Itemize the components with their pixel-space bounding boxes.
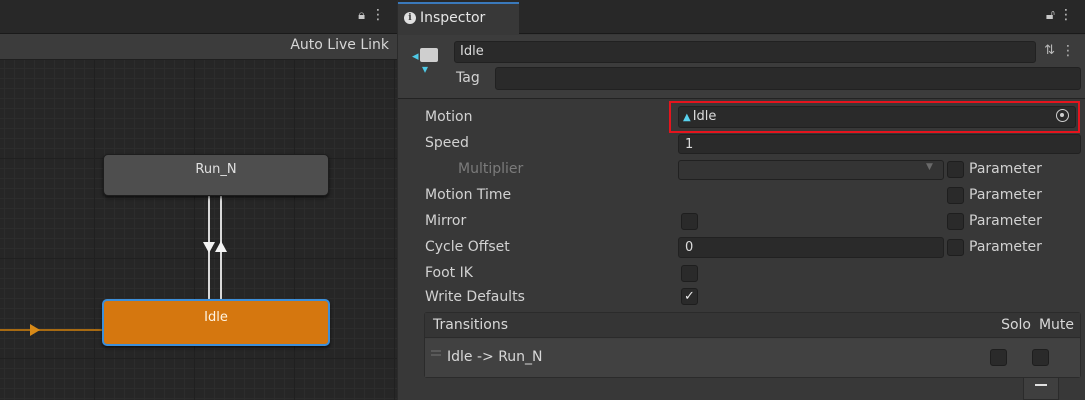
lock-icon[interactable]: 🔒︎ bbox=[358, 8, 365, 23]
solo-checkbox[interactable] bbox=[990, 349, 1007, 366]
mute-header: Mute bbox=[1038, 317, 1074, 333]
state-name-field[interactable]: Idle bbox=[454, 41, 1036, 63]
auto-live-link-button[interactable]: Auto Live Link bbox=[290, 37, 389, 53]
motion-field[interactable]: ▲ Idle bbox=[678, 106, 1076, 128]
solo-header: Solo bbox=[1001, 317, 1031, 333]
mirror-label: Mirror bbox=[425, 213, 467, 229]
animator-tab-bar: 🔒︎ ⋮ bbox=[0, 0, 397, 34]
remove-button[interactable] bbox=[1035, 384, 1047, 386]
entry-arrow-icon bbox=[30, 324, 40, 336]
object-picker-icon[interactable] bbox=[1056, 109, 1069, 122]
parameter-label: Parameter bbox=[969, 213, 1042, 229]
animator-toolbar: Auto Live Link bbox=[0, 34, 397, 60]
state-node-run-n[interactable]: Run_N bbox=[103, 154, 329, 196]
mirror-checkbox[interactable] bbox=[681, 213, 698, 230]
state-node-label: Run_N bbox=[195, 162, 237, 177]
cycle-offset-row: Cycle Offset 0 Parameter bbox=[398, 236, 1085, 260]
unlock-icon[interactable]: 🔓︎ bbox=[1046, 7, 1055, 23]
transitions-header: Transitions Solo Mute bbox=[425, 313, 1080, 338]
motion-time-parameter-checkbox[interactable] bbox=[947, 187, 964, 204]
motion-label: Motion bbox=[425, 109, 473, 125]
transition-name: Idle -> Run_N bbox=[447, 349, 543, 365]
drag-handle-icon[interactable] bbox=[431, 350, 441, 356]
motion-value: Idle bbox=[692, 109, 717, 124]
inspector-tab-bar: i Inspector 🔓︎ ⋮ bbox=[398, 0, 1085, 34]
animator-window: 🔒︎ ⋮ Auto Live Link Run_N Idle bbox=[0, 0, 397, 400]
cycle-offset-field[interactable]: 0 bbox=[678, 237, 944, 258]
entry-transition-line bbox=[0, 329, 103, 331]
list-footer bbox=[1023, 378, 1059, 400]
multiplier-parameter-checkbox[interactable] bbox=[947, 161, 964, 178]
animation-clip-icon: ▲ bbox=[683, 112, 691, 123]
speed-row: Speed 1 bbox=[398, 132, 1085, 156]
mirror-row: Mirror Parameter bbox=[398, 210, 1085, 234]
multiplier-row: Multiplier ▼ Parameter bbox=[398, 158, 1085, 182]
motion-time-row: Motion Time Parameter bbox=[398, 184, 1085, 208]
state-node-idle[interactable]: Idle bbox=[102, 299, 330, 346]
motion-time-label: Motion Time bbox=[425, 187, 512, 203]
write-defaults-row: Write Defaults ✓ bbox=[398, 286, 1085, 310]
foot-ik-checkbox[interactable] bbox=[681, 265, 698, 282]
chevron-down-icon: ▼ bbox=[926, 162, 933, 172]
kebab-menu-icon[interactable]: ⋮ bbox=[371, 7, 385, 23]
kebab-menu-icon[interactable]: ⋮ bbox=[1059, 7, 1073, 23]
parameter-label: Parameter bbox=[969, 161, 1042, 177]
inspector-window: i Inspector 🔓︎ ⋮ ◂ ▾ Idle ⇅ ⋮ Tag Motion … bbox=[398, 0, 1085, 400]
speed-label: Speed bbox=[425, 135, 469, 151]
foot-ik-label: Foot IK bbox=[425, 265, 473, 281]
cycle-offset-parameter-checkbox[interactable] bbox=[947, 239, 964, 256]
transitions-title: Transitions bbox=[433, 317, 508, 333]
tag-field[interactable] bbox=[495, 67, 1081, 90]
transition-arrow-up-icon[interactable] bbox=[215, 241, 227, 252]
write-defaults-label: Write Defaults bbox=[425, 289, 525, 305]
transitions-list: Transitions Solo Mute Idle -> Run_N bbox=[424, 312, 1081, 378]
state-node-label: Idle bbox=[204, 310, 228, 325]
parameter-label: Parameter bbox=[969, 187, 1042, 203]
inspector-header: ◂ ▾ Idle ⇅ ⋮ Tag bbox=[398, 35, 1085, 99]
foot-ik-row: Foot IK bbox=[398, 262, 1085, 286]
cycle-offset-label: Cycle Offset bbox=[425, 239, 510, 255]
tab-label: Inspector bbox=[420, 10, 486, 26]
speed-field[interactable]: 1 bbox=[678, 134, 1081, 154]
tab-inspector[interactable]: i Inspector bbox=[398, 2, 519, 34]
preset-icon[interactable]: ⇅ bbox=[1044, 43, 1055, 58]
parameter-label: Parameter bbox=[969, 239, 1042, 255]
kebab-menu-icon[interactable]: ⋮ bbox=[1061, 43, 1075, 59]
transition-arrow-down-icon[interactable] bbox=[203, 242, 215, 253]
list-item[interactable]: Idle -> Run_N bbox=[425, 339, 1080, 377]
state-machine-graph[interactable]: Run_N Idle bbox=[0, 60, 397, 400]
tag-label: Tag bbox=[456, 70, 480, 86]
multiplier-label: Multiplier bbox=[458, 161, 524, 177]
mirror-parameter-checkbox[interactable] bbox=[947, 213, 964, 230]
mute-checkbox[interactable] bbox=[1032, 349, 1049, 366]
animator-state-icon: ◂ ▾ bbox=[412, 46, 440, 76]
multiplier-dropdown[interactable] bbox=[678, 160, 944, 180]
info-icon: i bbox=[404, 12, 416, 24]
write-defaults-checkbox[interactable]: ✓ bbox=[681, 288, 698, 305]
